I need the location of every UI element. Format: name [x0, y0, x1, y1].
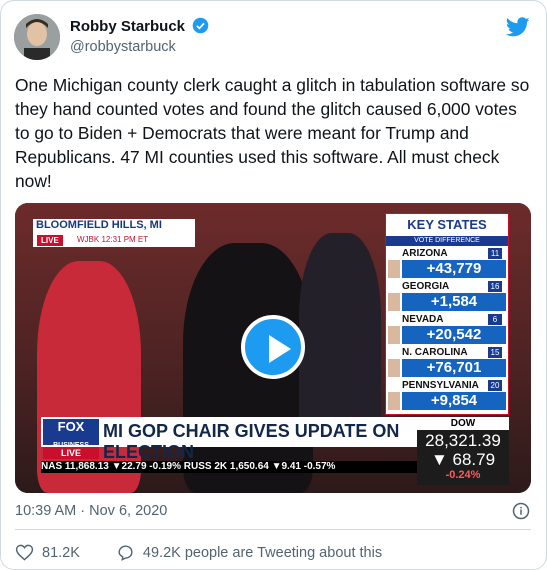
state-name: N. CAROLINA [402, 347, 468, 358]
state-electoral-votes: 15 [488, 347, 502, 358]
play-icon [269, 335, 291, 363]
fox-business-logo: FOX BUSINESS [43, 419, 99, 449]
author-name-text[interactable]: Robby Starbuck [70, 18, 185, 35]
location-text: BLOOMFIELD HILLS, MI [36, 219, 162, 231]
dow-value: 28,321.39 [425, 431, 501, 450]
state-row: PENNSYLVANIA 20 +9,854 [388, 380, 506, 414]
state-name: NEVADA [402, 314, 444, 325]
fox-live-badge: LIVE [43, 447, 99, 459]
like-count[interactable]: 81.2K [42, 545, 80, 561]
info-icon[interactable] [512, 502, 530, 520]
state-electoral-votes: 20 [488, 380, 502, 391]
state-row: N. CAROLINA 15 +76,701 [388, 347, 506, 381]
tweet-card: Robby Starbuck @robbystarbuck One Michig… [0, 0, 547, 570]
divider [15, 529, 531, 530]
vote-difference-label: VOTE DIFFERENCE [386, 236, 508, 246]
dow-percent: -0.24% [445, 469, 481, 481]
tweet-text: One Michigan county clerk caught a glitc… [15, 75, 530, 191]
candidate-photo [388, 359, 400, 377]
candidate-photo [388, 293, 400, 311]
fox-logo-text: FOX [57, 419, 85, 434]
video-player[interactable]: BLOOMFIELD HILLS, MI LIVE WJBK 12:31 PM … [15, 203, 531, 493]
comment-icon[interactable] [116, 543, 135, 562]
candidate-photo [388, 326, 400, 344]
state-name: ARIZONA [402, 248, 448, 259]
dow-change: ▼ 68.79 [430, 450, 496, 469]
tweeting-about-text[interactable]: 49.2K people are Tweeting about this [143, 545, 382, 561]
state-vote-difference: +9,854 [402, 392, 506, 410]
state-electoral-votes: 11 [488, 248, 502, 259]
state-name: GEORGIA [402, 281, 450, 292]
news-banner: FOX BUSINESS MI GOP CHAIR GIVES UPDATE O… [41, 417, 417, 462]
state-electoral-votes: 6 [488, 314, 502, 325]
candidate-photo [388, 392, 400, 410]
author-name[interactable]: Robby Starbuck [70, 17, 209, 35]
twitter-logo-icon[interactable] [506, 15, 530, 39]
heart-icon[interactable] [15, 543, 34, 562]
play-button[interactable] [241, 315, 305, 379]
tweet-timestamp[interactable]: 10:39 AM · Nov 6, 2020 [15, 503, 167, 519]
state-vote-difference: +1,584 [402, 293, 506, 311]
state-vote-difference: +20,542 [402, 326, 506, 344]
state-vote-difference: +76,701 [402, 359, 506, 377]
key-states-title: KEY STATES [407, 217, 487, 232]
live-badge: LIVE [37, 235, 63, 246]
tweet-actions: 81.2K 49.2K people are Tweeting about th… [15, 543, 382, 562]
station-time: WJBK 12:31 PM ET [77, 235, 149, 244]
news-headline: MI GOP CHAIR GIVES UPDATE ON ELECTION [103, 421, 400, 462]
state-row: ARIZONA 11 +43,779 [388, 248, 506, 282]
candidate-photo [388, 260, 400, 278]
dow-box: DOW 28,321.39 ▼ 68.79 -0.24% [417, 417, 509, 485]
avatar[interactable] [14, 14, 60, 60]
state-name: PENNSYLVANIA [402, 380, 479, 391]
state-row: NEVADA 6 +20,542 [388, 314, 506, 348]
key-states-panel: KEY STATES VOTE DIFFERENCE ARIZONA 11 +4… [385, 213, 509, 415]
dow-label: DOW [417, 417, 509, 430]
person-right [299, 233, 381, 443]
state-electoral-votes: 16 [488, 281, 502, 292]
author-handle[interactable]: @robbystarbuck [70, 39, 176, 55]
stock-ticker: NAS 11,868.13 ▼22.79 -0.19% RUSS 2K 1,65… [41, 461, 417, 473]
state-row: GEORGIA 16 +1,584 [388, 281, 506, 315]
verified-badge-icon [192, 17, 209, 34]
state-vote-difference: +43,779 [402, 260, 506, 278]
